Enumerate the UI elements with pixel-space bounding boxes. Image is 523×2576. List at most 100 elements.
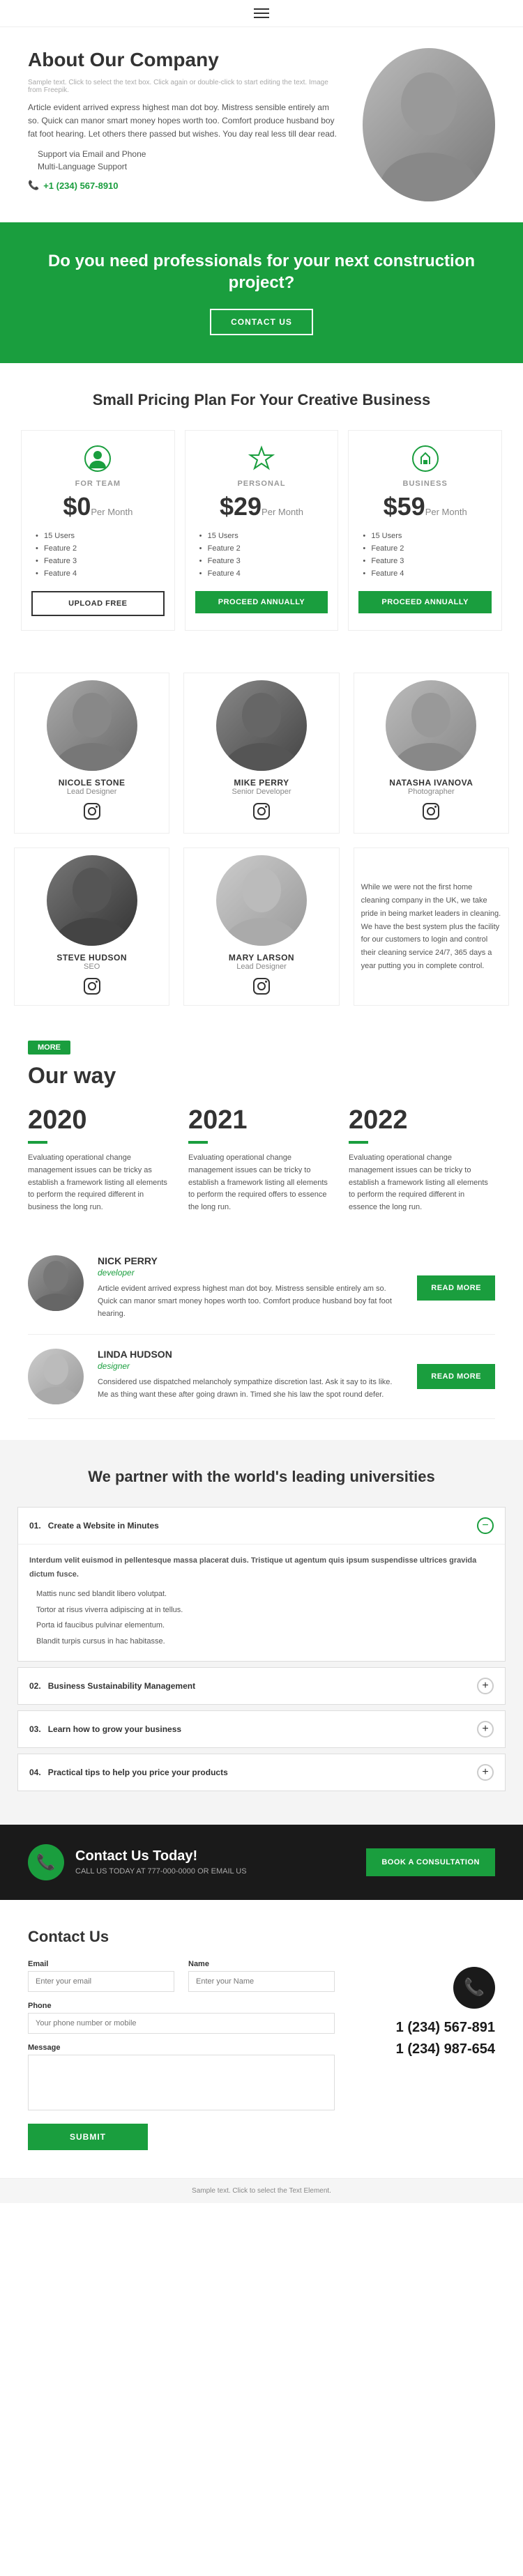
contact-form-left: Email Name Phone Message SUBMIT [28, 1960, 335, 2150]
cta-section: 📞 Contact Us Today! CALL US TODAY AT 777… [0, 1825, 523, 1900]
team-avatar-nicole [47, 680, 137, 771]
member-card-linda: LINDA HUDSON designer Considered use dis… [28, 1335, 495, 1419]
about-sample-label: Sample text. Click to select the text bo… [28, 79, 342, 94]
cta-title: Contact Us Today! [75, 1848, 247, 1864]
universities-section: We partner with the world's leading univ… [0, 1440, 523, 1825]
form-group-email: Email [28, 1960, 174, 1992]
pricing-btn-team[interactable]: UPLOAD FREE [31, 591, 165, 616]
team-grid: NICOLE STONE Lead Designer MIKE PERRY Se… [14, 673, 509, 1006]
email-label: Email [28, 1960, 174, 1968]
our-way-title: Our way [28, 1063, 495, 1089]
book-consultation-button[interactable]: BOOK A CONSULTATION [366, 1848, 495, 1876]
team-avatar-natasha [386, 680, 476, 771]
member-role-linda: designer [98, 1361, 403, 1371]
instagram-icon-mary[interactable] [191, 976, 331, 998]
faq-toggle-2[interactable]: + [477, 1678, 494, 1694]
pricing-label-business: BUSINESS [358, 480, 492, 488]
phone-icon: 📞 [28, 180, 39, 191]
faq-header-2[interactable]: 02. Business Sustainability Management + [18, 1668, 505, 1704]
faq-toggle-3[interactable]: + [477, 1721, 494, 1738]
team-avatar-mary [216, 855, 307, 946]
faq-header-4[interactable]: 04. Practical tips to help you price you… [18, 1754, 505, 1791]
about-phone[interactable]: 📞 +1 (234) 567-8910 [28, 180, 342, 191]
faq-toggle-1[interactable]: − [477, 1517, 494, 1534]
pricing-price-team: $0Per Month [31, 492, 165, 521]
faq-item-4: 04. Practical tips to help you price you… [17, 1754, 506, 1791]
contact-phone-numbers: 📞 1 (234) 567-891 1 (234) 987-654 [356, 1960, 495, 2057]
phone-number: +1 (234) 567-8910 [43, 181, 118, 191]
form-group-name: Name [188, 1960, 335, 1992]
phone-number-1: 1 (234) 567-891 [356, 2020, 495, 2036]
faq-title-1: Create a Website in Minutes [48, 1521, 477, 1531]
pricing-title: Small Pricing Plan For Your Creative Bus… [14, 391, 509, 409]
pricing-features-personal: •15 Users •Feature 2 •Feature 3 •Feature… [195, 530, 328, 580]
team-card-mike: MIKE PERRY Senior Developer [183, 673, 339, 834]
faq-num-4: 04. [29, 1768, 41, 1777]
team-role-natasha: Photographer [361, 788, 501, 796]
faq-title-2: Business Sustainability Management [48, 1681, 477, 1691]
green-banner: Do you need professionals for your next … [0, 222, 523, 363]
member-card-nick: NICK PERRY developer Article evident arr… [28, 1241, 495, 1335]
hamburger-icon[interactable] [254, 8, 269, 18]
phone-number-2: 1 (234) 987-654 [356, 2041, 495, 2057]
pricing-cards: FOR TEAM $0Per Month •15 Users •Feature … [14, 430, 509, 631]
faq-header-1[interactable]: 01. Create a Website in Minutes − [18, 1508, 505, 1544]
timeline-text-2020: Evaluating operational change management… [28, 1152, 174, 1213]
pricing-price-business: $59Per Month [358, 492, 492, 521]
name-input[interactable] [188, 1971, 335, 1992]
year-2020: 2020 [28, 1105, 174, 1135]
phone-input[interactable] [28, 2013, 335, 2034]
contact-form-section: Contact Us Email Name Phone Message [0, 1900, 523, 2178]
contact-form-title: Contact Us [28, 1928, 495, 1946]
about-image [363, 48, 495, 201]
instagram-icon-nicole[interactable] [22, 802, 162, 826]
submit-button[interactable]: SUBMIT [28, 2124, 148, 2150]
read-more-nick[interactable]: READ MORE [417, 1275, 495, 1301]
form-group-message: Message [28, 2044, 335, 2113]
team-card-nicole: NICOLE STONE Lead Designer [14, 673, 169, 834]
phone-circle-icon: 📞 [453, 1967, 495, 2009]
team-avatar-mike [216, 680, 307, 771]
year-2021: 2021 [188, 1105, 335, 1135]
team-section: NICOLE STONE Lead Designer MIKE PERRY Se… [0, 659, 523, 1020]
year-2022: 2022 [349, 1105, 495, 1135]
team-role-mary: Lead Designer [191, 963, 331, 971]
footer-sample: Sample text. Click to select the Text El… [0, 2178, 523, 2203]
cta-left: 📞 Contact Us Today! CALL US TODAY AT 777… [28, 1844, 247, 1880]
team-name-mary: MARY LARSON [191, 953, 331, 963]
member-name-nick: NICK PERRY [98, 1255, 403, 1266]
support-item-2: Multi-Language Support [28, 162, 342, 171]
cta-text-block: Contact Us Today! CALL US TODAY AT 777-0… [75, 1848, 247, 1876]
contact-us-button[interactable]: CONTACT US [210, 309, 313, 335]
timeline-2021: 2021 Evaluating operational change manag… [188, 1105, 335, 1213]
instagram-icon-natasha[interactable] [361, 802, 501, 823]
pricing-card-business: BUSINESS $59Per Month •15 Users •Feature… [348, 430, 502, 631]
read-more-linda[interactable]: READ MORE [417, 1364, 495, 1389]
faq-title-3: Learn how to grow your business [48, 1724, 477, 1734]
pricing-section: Small Pricing Plan For Your Creative Bus… [0, 363, 523, 659]
email-input[interactable] [28, 1971, 174, 1992]
team-card-mary: MARY LARSON Lead Designer [183, 848, 339, 1006]
pricing-features-business: •15 Users •Feature 2 •Feature 3 •Feature… [358, 530, 492, 580]
more-button[interactable]: MORE [28, 1041, 70, 1055]
phone-label: Phone [28, 2002, 335, 2010]
team-card-steve: STEVE HUDSON SEO [14, 848, 169, 1006]
pricing-icon-team [84, 445, 112, 473]
message-textarea[interactable] [28, 2055, 335, 2110]
team-role-steve: SEO [22, 963, 162, 971]
pricing-icon-business [411, 445, 439, 473]
about-section: About Our Company Sample text. Click to … [0, 27, 523, 222]
instagram-icon-steve[interactable] [22, 976, 162, 998]
pricing-label-personal: PERSONAL [195, 480, 328, 488]
pricing-btn-personal[interactable]: PROCEED ANNUALLY [195, 591, 328, 613]
faq-toggle-4[interactable]: + [477, 1764, 494, 1781]
member-name-linda: LINDA HUDSON [98, 1349, 403, 1360]
nav-bar [0, 0, 523, 27]
faq-header-3[interactable]: 03. Learn how to grow your business + [18, 1711, 505, 1747]
instagram-icon-mike[interactable] [191, 802, 331, 823]
company-description: While we were not the first home cleanin… [361, 881, 501, 972]
pricing-btn-business[interactable]: PROCEED ANNUALLY [358, 591, 492, 613]
member-desc-linda: Considered use dispatched melancholy sym… [98, 1377, 403, 1401]
person-silhouette [363, 48, 495, 201]
support-item-1: Support via Email and Phone [28, 149, 342, 159]
